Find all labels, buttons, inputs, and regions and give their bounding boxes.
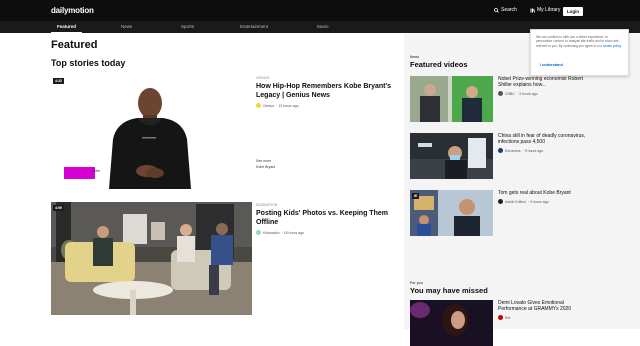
missed-video[interactable]: Demi Lovato Gives Emotional Performance … [410,300,590,346]
story-card-1[interactable]: Genius How Hip-Hop Remembers Kobe Bryant… [256,76,396,169]
video-title[interactable]: Nobel Prize-winning economist Robert Shi… [498,76,588,88]
login-button[interactable]: Login [563,7,583,16]
channel-name[interactable]: Genius [263,104,274,108]
channel-avatar [498,148,503,154]
missed-kicker: For you [410,281,423,285]
duration-badge: 4:59 [53,205,65,211]
featured-videos-title: Featured videos [410,60,468,69]
channel-avatar [256,103,261,109]
story-time: · 13 hours ago [276,103,299,108]
library-icon [530,8,535,13]
video-thumbnail[interactable]: IE [410,190,493,236]
featured-kicker: News [410,55,420,59]
video-text: Demi Lovato Gives Emotional Performance … [498,300,588,321]
missed-title: You may have missed [410,286,488,295]
video-thumbnail[interactable] [410,300,493,346]
search-button[interactable]: Search [494,7,517,13]
story-card-2[interactable]: Kiddnation Posting Kids' Photos vs. Keep… [256,203,396,236]
video-thumbnail[interactable] [410,133,493,179]
video-meta: Inside Edition · 9 hours ago [498,199,588,205]
video-title[interactable]: China still in fear of deadly coronaviru… [498,133,588,145]
dailymotion-logo[interactable]: dailymotion [51,6,94,15]
tab-entertainment[interactable]: Entertainment [240,24,268,29]
channel-name[interactable]: Euronews [505,149,521,153]
tab-news[interactable]: News [121,24,132,29]
video-meta: CNBC · 3 hours ago [498,91,588,97]
interview-image [410,190,493,236]
video-text: Nobel Prize-winning economist Robert Shi… [498,76,588,97]
video-title[interactable]: Demi Lovato Gives Emotional Performance … [498,300,588,312]
cookie-banner: We use cookies to offer you a better exp… [530,29,629,76]
tab-music[interactable]: Music [317,24,329,29]
video-meta: Euronews · 9 hours ago [498,148,588,154]
cookie-accept-button[interactable]: I understand [540,63,563,67]
story-headline[interactable]: Posting Kids' Photos vs. Keeping Them Of… [256,210,396,227]
channel-avatar [498,199,503,205]
see-more-block: See more Kobe Bryant [256,158,275,170]
magenta-overlay-box [64,167,95,179]
channel-avatar [498,315,503,321]
channel-avatar [256,230,261,236]
library-label: My Library [537,7,561,13]
demi-lovato-image [410,300,493,346]
story-time: · 18 hours ago [281,230,305,235]
story-headline[interactable]: How Hip-Hop Remembers Kobe Bryant's Lega… [256,83,396,100]
video-time: · 3 hours ago [516,91,538,96]
top-bar: dailymotion Search My Library Login [0,0,640,21]
video-time: · 9 hours ago [528,199,549,204]
tab-featured[interactable]: Featured [50,24,83,33]
channel-name[interactable]: Inside Edition [505,200,526,204]
story-kicker: Kiddnation [256,203,278,207]
video-title[interactable]: Tom gets real about Kobe Bryant [498,190,588,196]
story-kicker: Genius [256,76,270,80]
channel-name[interactable]: Kiddnation [263,231,280,235]
video-thumbnail[interactable] [410,76,493,122]
channel-name[interactable]: CNBC [505,92,515,96]
panel-discussion-image [51,202,252,315]
sidebar-video-3[interactable]: IE Tom gets real about Kobe Bryant Insid… [410,190,590,236]
video-meta: Ent [498,315,588,321]
section-title: Top stories today [51,58,126,68]
cookie-text: We use cookies to offer you a better exp… [536,35,623,48]
topic-link[interactable]: Kobe Bryant [256,164,275,170]
story-meta: Kiddnation · 18 hours ago [256,230,396,236]
library-button[interactable]: My Library [530,7,560,13]
search-icon [494,7,499,13]
search-label: Search [501,7,517,13]
video-thumbnail-kids-photos[interactable]: 4:59 [51,202,252,315]
channel-name[interactable]: Ent [505,316,510,320]
cookie-policy-link[interactable]: cookie policy. [603,44,622,48]
channel-avatar [498,91,503,97]
duration-badge: 4:32 [53,78,65,84]
story-meta: Genius · 13 hours ago [256,103,396,109]
page-title: Featured [51,39,98,51]
overlay-label: Kobe [92,169,101,173]
tab-sports[interactable]: Sports [181,24,194,29]
economist-image [410,76,493,122]
channel-badge: IE [412,193,420,199]
video-thumbnail-kobe[interactable]: 4:32 Kobe [51,75,252,189]
video-time: · 9 hours ago [522,148,544,153]
sidebar-video-2[interactable]: China still in fear of deadly coronaviru… [410,133,590,179]
video-text: Tom gets real about Kobe Bryant Inside E… [498,190,588,205]
video-text: China still in fear of deadly coronaviru… [498,133,588,154]
coronavirus-image [410,133,493,179]
sidebar-video-1[interactable]: Nobel Prize-winning economist Robert Shi… [410,76,590,122]
